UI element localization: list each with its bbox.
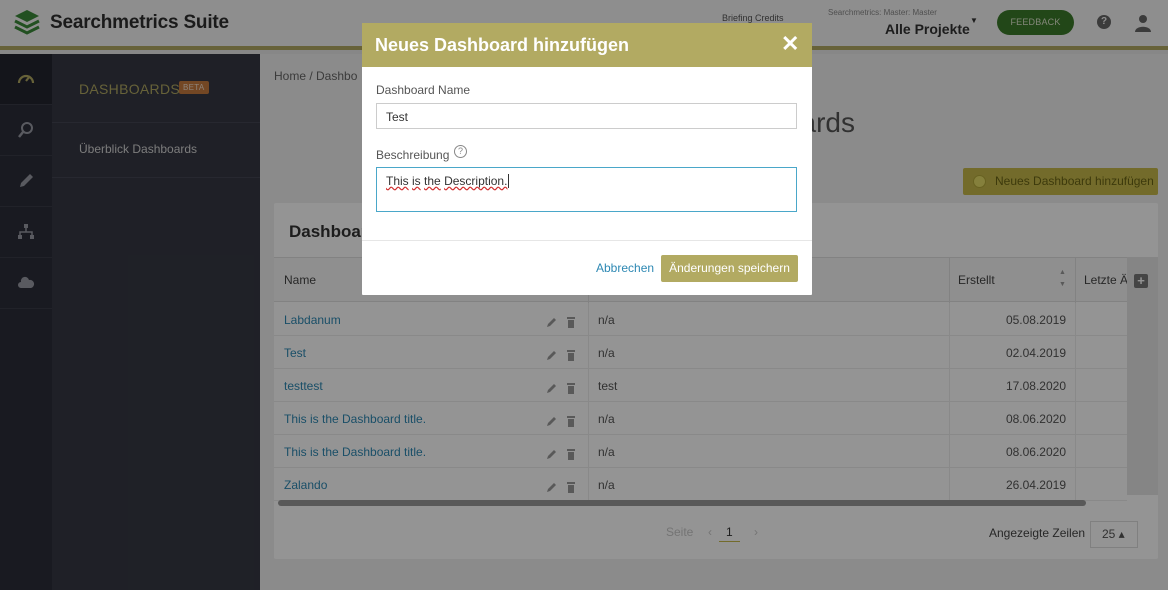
description-word: This <box>386 174 409 188</box>
description-label: Beschreibung <box>376 148 450 162</box>
save-button[interactable]: Änderungen speichern <box>661 255 798 282</box>
description-textarea[interactable]: This is the Description. <box>376 167 797 212</box>
cancel-button[interactable]: Abbrechen <box>596 261 654 275</box>
info-icon[interactable]: ? <box>454 145 467 158</box>
dialog-header: Neues Dashboard hinzufügen ✕ <box>362 23 812 67</box>
dashboard-name-label: Dashboard Name <box>376 83 471 97</box>
text-cursor <box>508 174 510 188</box>
description-word: is <box>412 174 421 188</box>
close-icon[interactable]: ✕ <box>781 32 799 56</box>
dialog-title: Neues Dashboard hinzufügen <box>375 35 630 55</box>
dashboard-name-input[interactable]: Test <box>376 103 797 129</box>
dialog-footer: Abbrechen Änderungen speichern <box>362 240 812 295</box>
description-word: the <box>424 174 441 188</box>
add-dashboard-dialog: Neues Dashboard hinzufügen ✕ Dashboard N… <box>362 23 812 295</box>
description-word: Description. <box>444 174 508 188</box>
